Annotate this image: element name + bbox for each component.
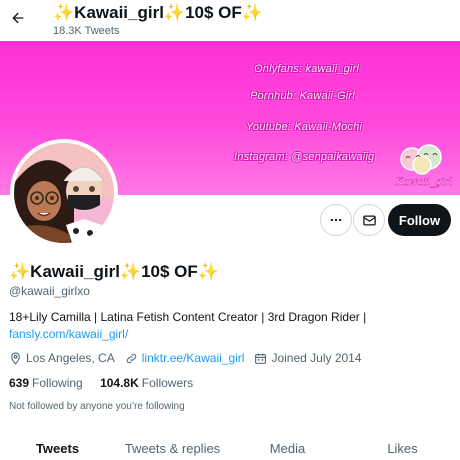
user-handle: @kawaii_girlxo [9, 284, 90, 298]
followers-count: 104.8K [100, 376, 139, 390]
follow-stats: 639 Following 104.8K Followers [9, 376, 207, 390]
banner-text-onlyfans: Onlyfans: kawaii_girl [254, 63, 360, 75]
joined-text: Joined July 2014 [271, 351, 362, 365]
svg-text:Kawaii_girl: Kawaii_girl [395, 177, 453, 188]
location-text: Los Angeles, CA [26, 351, 115, 365]
following-label: Following [32, 376, 83, 390]
banner-text-youtube: Youtube: Kawaii-Mochi [246, 121, 363, 133]
profile-header: ✨Kawaii_girl✨10$ OF✨ 18.3K Tweets [0, 0, 460, 41]
banner-text-pornhub: Pornhub: Kawaii-Girl [250, 90, 355, 102]
website-item: linktr.ee/Kawaii_girl [125, 351, 245, 365]
profile-avatar[interactable] [10, 139, 118, 247]
header-title: ✨Kawaii_girl✨10$ OF✨ [53, 3, 263, 22]
calendar-icon [255, 353, 267, 364]
more-icon [330, 218, 342, 222]
following-stat[interactable]: 639 Following [9, 376, 83, 390]
more-button[interactable] [320, 204, 352, 236]
tab-tweets[interactable]: Tweets [0, 432, 115, 460]
link-icon [126, 353, 136, 363]
bio-text: 18+Lily Camilla | Latina Fetish Content … [9, 310, 367, 324]
joined-item: Joined July 2014 [254, 351, 362, 365]
profile-tabs: Tweets Tweets & replies Media Likes [0, 432, 460, 460]
followers-label: Followers [141, 376, 194, 390]
location-pin-icon [11, 352, 20, 365]
following-count: 639 [9, 376, 30, 390]
profile-meta: Los Angeles, CA linktr.ee/Kawaii_girl Jo… [9, 349, 372, 367]
tab-tweets-replies[interactable]: Tweets & replies [115, 432, 230, 460]
location-item: Los Angeles, CA [9, 351, 115, 365]
arrow-left-icon [12, 12, 24, 24]
not-followed-notice: Not followed by anyone you’re following [9, 401, 185, 412]
banner-text-instagram: Instagram: @senpaikawaiig [234, 151, 375, 163]
follow-button[interactable]: Follow [388, 204, 451, 236]
kawaii-logo: Kawaii_girl [394, 144, 453, 188]
tweet-count: 18.3K Tweets [53, 25, 120, 37]
profile-bio: 18+Lily Camilla | Latina Fetish Content … [9, 309, 449, 343]
tab-likes[interactable]: Likes [345, 432, 460, 460]
tab-media[interactable]: Media [230, 432, 345, 460]
website-link[interactable]: linktr.ee/Kawaii_girl [142, 351, 245, 365]
followers-stat[interactable]: 104.8K Followers [100, 376, 193, 390]
envelope-icon [362, 215, 376, 225]
message-button[interactable] [353, 204, 385, 236]
back-button[interactable] [6, 6, 30, 30]
bio-link[interactable]: fansly.com/kawaii_girl/ [9, 327, 128, 341]
avatar-illustration [14, 143, 114, 243]
display-name: ✨Kawaii_girl✨10$ OF✨ [9, 262, 219, 281]
